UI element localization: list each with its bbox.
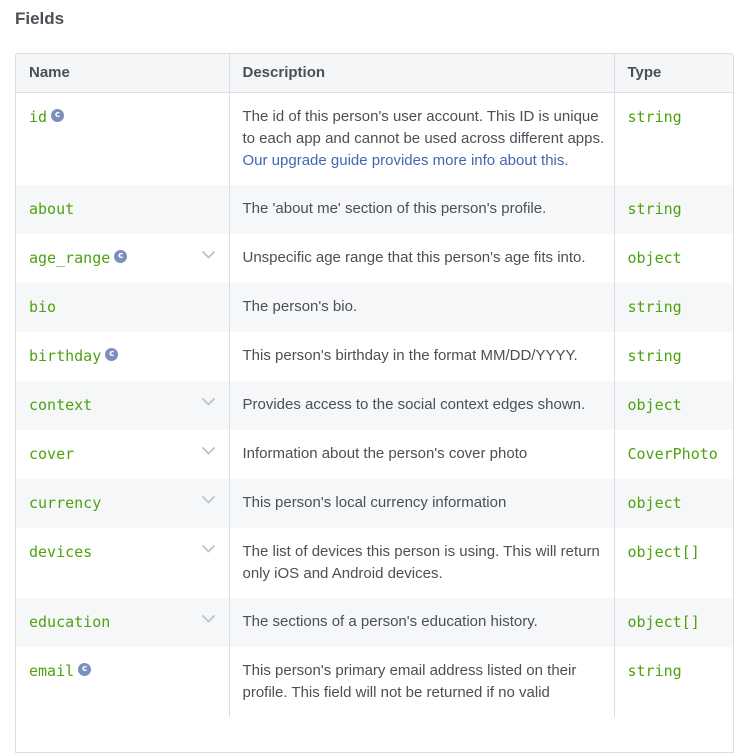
field-type-cell: string [613,331,733,381]
upgrade-guide-link[interactable]: Our upgrade guide provides more info abo… [243,152,565,169]
field-description: The 'about me' section of this person's … [242,199,547,217]
field-name: cover [29,444,75,463]
field-description-cell: The list of devices this person is using… [228,527,614,598]
table-row[interactable]: education The sections of a person's educ… [16,597,733,647]
table-row: id c The id of this person's user account.… [16,92,733,185]
column-header-description: Description [228,54,614,93]
table-row: about The 'about me' section of this pers… [16,184,733,234]
field-description: The person's bio. [242,297,358,315]
field-name: id [29,107,48,126]
field-name-cell: devices [16,528,229,598]
field-description-cell: The sections of a person's education his… [228,597,614,647]
chevron-down-icon[interactable] [201,250,215,259]
fields-table: Name Description Type id c The id of this … [15,53,734,753]
field-name-cell: about [16,184,229,234]
field-type: string [627,297,682,316]
c-badge-icon: c [114,249,128,263]
description-trailing-text: . [564,151,569,169]
chevron-down-icon[interactable] [201,544,215,553]
field-type: string [627,661,682,680]
section-title: Fields [15,9,65,28]
field-description-cell: Provides access to the social context ed… [228,380,614,430]
field-name: currency [29,493,102,512]
field-name-cell: cover [16,430,229,479]
c-badge-icon: c [78,662,92,676]
field-description: Provides access to the social context ed… [242,395,586,413]
field-description-cell: This person's birthday in the format MM/… [228,331,614,381]
field-type: object [627,395,682,414]
c-badge-icon: c [51,108,65,122]
field-description-cell: Unspecific age range that this person's … [228,233,614,283]
field-type-cell: object[] [613,527,733,598]
field-name: about [29,199,75,218]
field-name: context [29,395,93,414]
chevron-down-icon[interactable] [201,446,215,455]
field-name: email [29,661,75,680]
field-name-cell: email c [16,647,229,717]
field-description: The sections of a person's education his… [242,612,538,630]
field-type-cell: string [613,184,733,234]
table-row: bio The person's bio. string [16,282,733,332]
column-header-type: Type [613,54,733,93]
field-type-cell: object [613,233,733,283]
field-description: The list of devices this person is using… [242,542,600,582]
field-description: The id of this person's user account. Th… [242,107,605,147]
field-type-cell: object[] [613,597,733,647]
field-description-cell: Information about the person's cover pho… [228,429,614,479]
field-description-cell: The 'about me' section of this person's … [228,184,614,234]
field-name-cell: bio [16,282,229,332]
table-row: email c This person's primary email addres… [16,646,733,717]
table-row[interactable]: context Provides access to the social con… [16,380,733,430]
field-description: This person's birthday in the format MM/… [242,346,578,364]
field-description: Unspecific age range that this person's … [242,248,586,266]
chevron-down-icon[interactable] [201,397,215,406]
table-header-row: Name Description Type [16,54,733,93]
field-name-cell: age_range c [16,234,229,283]
field-description-cell: The id of this person's user account. Th… [228,92,614,185]
field-type: object[] [627,542,700,561]
field-name: birthday [29,346,102,365]
field-type-cell: CoverPhoto [613,429,733,479]
field-type-cell: string [613,646,733,717]
field-description: Information about the person's cover pho… [242,444,528,462]
chevron-down-icon[interactable] [201,495,215,504]
field-type-cell: object [613,478,733,528]
field-type: string [627,346,682,365]
column-header-name: Name [16,54,229,93]
field-description-cell: This person's local currency information [228,478,614,528]
field-type: object[] [627,612,700,631]
field-name: bio [29,297,57,316]
field-type: string [627,199,682,218]
field-description-cell: This person's primary email address list… [228,646,614,717]
table-row: birthday c This person's birthday in the f… [16,331,733,381]
field-name: age_range [29,248,111,267]
table-row[interactable]: devices The list of devices this person i… [16,527,733,598]
field-name-cell: id c [16,92,229,185]
field-name-cell: currency [16,478,229,528]
field-type-cell: object [613,380,733,430]
field-name: devices [29,542,93,561]
field-description: This person's local currency information [242,493,507,511]
field-type: object [627,493,682,512]
field-type: CoverPhoto [627,444,718,463]
table-row[interactable]: age_range c Unspecific age range that this… [16,233,733,283]
field-name-cell: context [16,380,229,430]
chevron-down-icon[interactable] [201,614,215,623]
field-name: education [29,612,111,631]
field-type: object [627,248,682,267]
field-description: This person's primary email address list… [242,661,577,701]
field-type-cell: string [613,282,733,332]
table-row[interactable]: currency This person's local currency inf… [16,478,733,528]
field-type-cell: string [613,92,733,185]
table-row[interactable]: cover Information about the person's cove… [16,429,733,479]
c-badge-icon: c [105,347,119,361]
field-description-cell: The person's bio. [228,282,614,332]
field-name-cell: education [16,597,229,647]
field-name-cell: birthday c [16,332,229,381]
field-type: string [627,107,682,126]
